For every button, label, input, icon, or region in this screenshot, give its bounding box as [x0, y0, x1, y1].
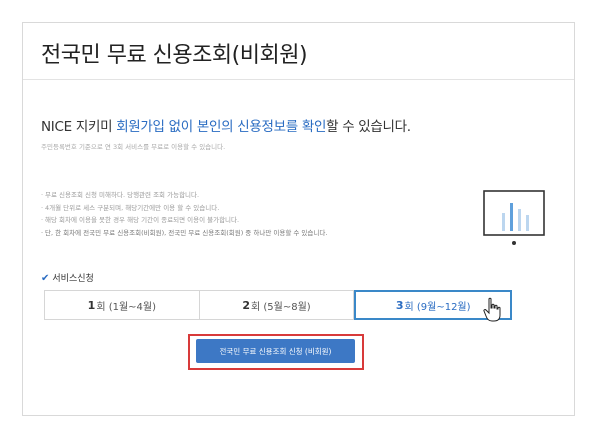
page-title: 전국민 무료 신용조회(비회원) [41, 43, 308, 68]
headline: NICE 지키미 회원가입 없이 본인의 신용정보를 확인할 수 있습니다. [41, 115, 411, 135]
notice-item: · 무료 신용조회 신청 미해하다. 당행관련 조회 가능합니다. [41, 191, 200, 199]
headline-highlight: 회원가입 없이 본인의 신용정보를 확인 [116, 119, 327, 135]
check-icon: ✔ [41, 273, 50, 284]
notice-item: · 해당 회차에 이용을 못한 경우 해당 기간이 종료되면 이용이 불가합니다. [41, 216, 240, 224]
tab-number: 3 [395, 298, 404, 312]
service-apply-label: ✔ 서비스신청 [41, 273, 94, 284]
headline-prefix: NICE 지키미 [41, 119, 117, 135]
title-divider [23, 79, 574, 80]
tab-period-1[interactable]: 1회 (1월~4월) [45, 291, 200, 319]
hand-cursor-icon [483, 297, 501, 322]
tab-number: 2 [242, 298, 250, 312]
monitor-chart-icon [483, 190, 545, 245]
apply-inquiry-button[interactable]: 전국민 무료 신용조회 신청 (비회원) [196, 339, 355, 363]
subnote: 주민등록번호 기준으로 연 3회 서비스를 무료로 이용할 수 있습니다. [41, 143, 226, 151]
notice-item: · 단, 한 회차에 전국민 무료 신용조회(비회원), 전국민 무료 신용조회(… [41, 228, 328, 237]
notice-list: · 무료 신용조회 신청 미해하다. 당행관련 조회 가능합니다. · 4개월 단위… [41, 189, 327, 239]
notice-item: · 4개월 단위로 세스 구분되며, 해당기간에만 이용 할 수 있습니다. [41, 203, 220, 212]
headline-suffix: 할 수 있습니다. [326, 119, 411, 135]
period-tabs: 1회 (1월~4월) 2회 (5월~8월) 3회 (9월~12월) [44, 290, 513, 320]
tab-number: 1 [87, 298, 96, 312]
tab-period-2[interactable]: 2회 (5월~8월) [200, 291, 355, 319]
